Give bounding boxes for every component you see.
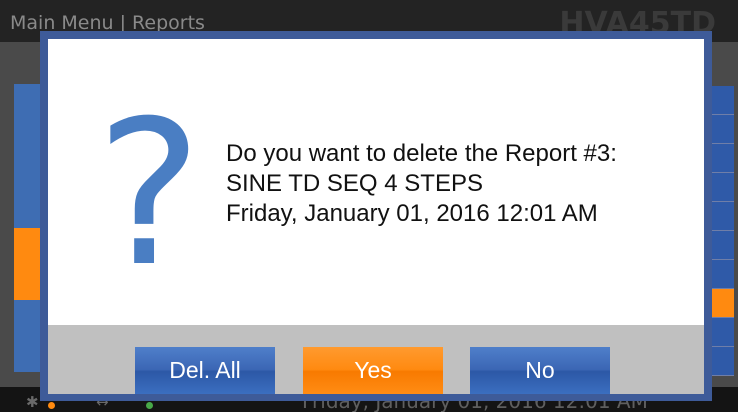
usb-status-dot (146, 402, 153, 409)
yes-button[interactable]: Yes (303, 347, 443, 394)
bluetooth-status-dot (48, 402, 55, 409)
question-icon: ? (96, 78, 203, 311)
message-line-question: Do you want to delete the Report #3: (226, 140, 617, 167)
delete-all-button[interactable]: Del. All (135, 347, 275, 394)
dialog-button-bar: Del. All Yes No (48, 325, 704, 394)
message-line-report-date: Friday, January 01, 2016 12:01 AM (226, 200, 598, 227)
dialog-message: Do you want to delete the Report #3: SIN… (226, 139, 696, 229)
dialog-content: ? Do you want to delete the Report #3: S… (48, 39, 704, 394)
bluetooth-icon: ✱ (26, 393, 39, 411)
delete-confirm-dialog: ? Do you want to delete the Report #3: S… (40, 31, 712, 401)
message-line-report-name: SINE TD SEQ 4 STEPS (226, 170, 483, 197)
no-button[interactable]: No (470, 347, 610, 394)
